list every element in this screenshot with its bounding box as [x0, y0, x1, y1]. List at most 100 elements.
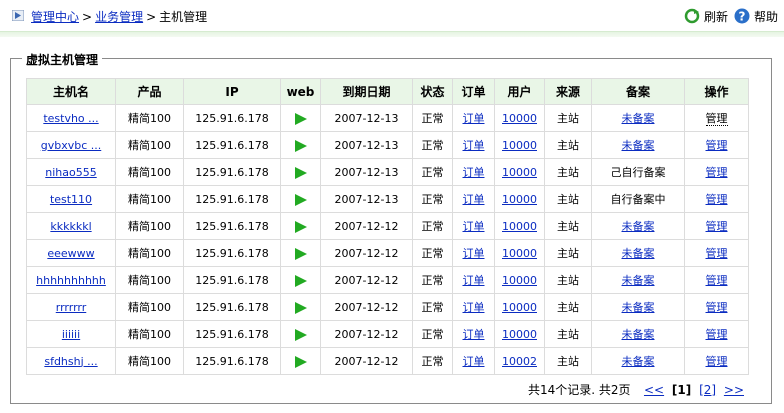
order-link[interactable]: 订单	[463, 112, 485, 125]
user-link[interactable]: 10000	[502, 301, 537, 314]
table-cell: 10000	[494, 104, 545, 132]
expire-cell: 2007-12-12	[334, 354, 399, 368]
refresh-button[interactable]: 刷新	[684, 8, 728, 25]
host-name-link[interactable]: gvbxvbc ...	[41, 139, 102, 152]
table-cell: 2007-12-13	[320, 104, 413, 132]
table-cell: 正常	[412, 293, 453, 321]
table-cell: 10000	[494, 212, 545, 240]
status-cell: 正常	[421, 193, 444, 206]
product-cell: 精简100	[128, 220, 171, 233]
play-icon[interactable]	[294, 301, 307, 314]
pager-next[interactable]: >>	[724, 383, 744, 397]
record-link[interactable]: 未备案	[622, 112, 655, 125]
record-link[interactable]: 未备案	[622, 139, 655, 152]
table-row: testvho ... 精简100 125.91.6.178 2007-12-13 正常…	[26, 104, 749, 132]
play-icon[interactable]	[294, 193, 307, 206]
record-link[interactable]: 未备案	[622, 328, 655, 341]
user-link[interactable]: 10000	[502, 220, 537, 233]
help-button[interactable]: ? 帮助	[734, 8, 778, 25]
order-link[interactable]: 订单	[463, 274, 485, 287]
manage-link[interactable]: 管理	[706, 139, 728, 152]
play-icon[interactable]	[294, 112, 307, 125]
table-cell: sfdhshj ...	[26, 347, 116, 375]
product-cell: 精简100	[128, 274, 171, 287]
manage-link[interactable]: 管理	[706, 166, 728, 179]
manage-link[interactable]: 管理	[706, 301, 728, 314]
host-name-link[interactable]: kkkkkkl	[50, 220, 91, 233]
table-cell: gvbxvbc ...	[26, 131, 116, 159]
order-link[interactable]: 订单	[463, 193, 485, 206]
ip-cell: 125.91.6.178	[195, 327, 269, 341]
status-cell: 正常	[421, 112, 444, 125]
user-link[interactable]: 10000	[502, 139, 537, 152]
breadcrumb-home[interactable]: 管理中心	[31, 10, 79, 24]
play-icon[interactable]	[294, 355, 307, 368]
manage-link[interactable]: 管理	[706, 355, 728, 368]
host-name-link[interactable]: iiiiii	[62, 328, 80, 341]
record-link[interactable]: 未备案	[622, 355, 655, 368]
table-cell	[280, 293, 321, 321]
table-cell: 订单	[452, 158, 495, 186]
table-cell: 管理	[684, 347, 749, 375]
expire-cell: 2007-12-12	[334, 300, 399, 314]
order-link[interactable]: 订单	[463, 166, 485, 179]
host-name-link[interactable]: hhhhhhhhhh	[36, 274, 106, 287]
order-link[interactable]: 订单	[463, 355, 485, 368]
order-link[interactable]: 订单	[463, 220, 485, 233]
pager-summary: 共14个记录. 共2页	[527, 383, 631, 397]
play-icon[interactable]	[294, 247, 307, 260]
table-cell: 精简100	[115, 158, 184, 186]
table-cell: 2007-12-12	[320, 293, 413, 321]
user-link[interactable]: 10002	[502, 355, 537, 368]
product-cell: 精简100	[128, 139, 171, 152]
user-link[interactable]: 10000	[502, 247, 537, 260]
source-cell: 主站	[557, 193, 579, 206]
manage-link[interactable]: 管理	[705, 112, 728, 126]
user-link[interactable]: 10000	[502, 112, 537, 125]
ip-cell: 125.91.6.178	[195, 300, 269, 314]
breadcrumb-business[interactable]: 业务管理	[95, 10, 143, 24]
manage-link[interactable]: 管理	[706, 220, 728, 233]
user-link[interactable]: 10000	[502, 274, 537, 287]
pager-prev[interactable]: <<	[644, 383, 664, 397]
record-link[interactable]: 未备案	[622, 301, 655, 314]
play-icon[interactable]	[294, 220, 307, 233]
host-name-link[interactable]: sfdhshj ...	[44, 355, 97, 368]
table-row: nihao555 精简100 125.91.6.178 2007-12-13 正常 订单 1…	[26, 158, 749, 186]
host-name-link[interactable]: rrrrrrr	[56, 301, 87, 314]
table-cell	[280, 239, 321, 267]
table-cell: 主站	[544, 266, 592, 294]
host-name-link[interactable]: test110	[50, 193, 92, 206]
play-icon[interactable]	[294, 274, 307, 287]
manage-link[interactable]: 管理	[706, 274, 728, 287]
order-link[interactable]: 订单	[463, 301, 485, 314]
user-link[interactable]: 10000	[502, 166, 537, 179]
order-link[interactable]: 订单	[463, 328, 485, 341]
table-cell: 管理	[684, 239, 749, 267]
order-link[interactable]: 订单	[463, 247, 485, 260]
expire-cell: 2007-12-12	[334, 273, 399, 287]
user-link[interactable]: 10000	[502, 328, 537, 341]
table-cell: 订单	[452, 104, 495, 132]
pager-page-2[interactable]: [2]	[699, 383, 716, 397]
host-name-link[interactable]: testvho ...	[43, 112, 98, 125]
record-link[interactable]: 未备案	[622, 274, 655, 287]
host-name-link[interactable]: eeewww	[47, 247, 94, 260]
order-link[interactable]: 订单	[463, 139, 485, 152]
table-cell: 125.91.6.178	[183, 104, 281, 132]
play-icon[interactable]	[294, 166, 307, 179]
host-name-link[interactable]: nihao555	[45, 166, 96, 179]
table-header-row: 主机名 产品 IP web 到期日期 状态 订单 用户 来源 备案 操作	[26, 78, 749, 105]
manage-link[interactable]: 管理	[706, 328, 728, 341]
table-cell: testvho ...	[26, 104, 116, 132]
play-icon[interactable]	[294, 139, 307, 152]
user-link[interactable]: 10000	[502, 193, 537, 206]
status-cell: 正常	[421, 301, 444, 314]
manage-link[interactable]: 管理	[706, 193, 728, 206]
table-cell: 主站	[544, 293, 592, 321]
manage-link[interactable]: 管理	[706, 247, 728, 260]
record-link[interactable]: 未备案	[622, 220, 655, 233]
record-link[interactable]: 未备案	[622, 247, 655, 260]
play-icon[interactable]	[294, 328, 307, 341]
source-cell: 主站	[557, 112, 579, 125]
